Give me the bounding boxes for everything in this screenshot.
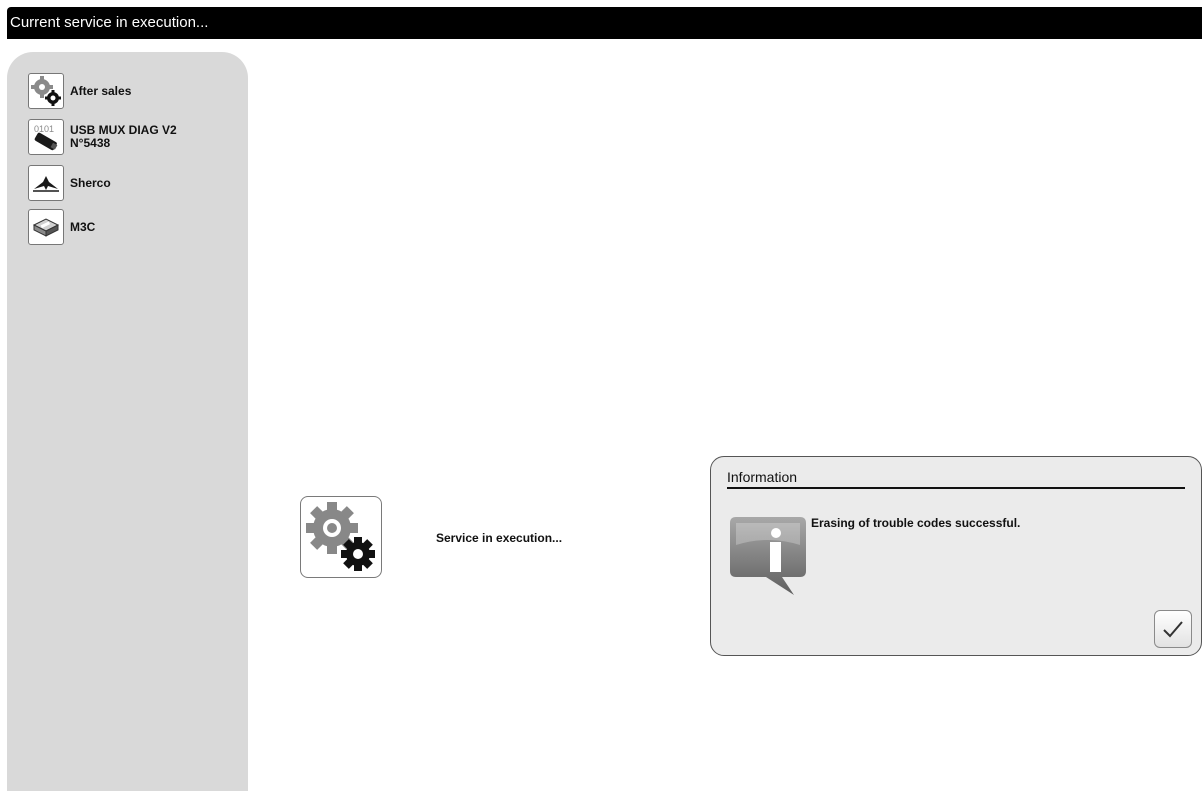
dialog-title-divider — [727, 487, 1185, 489]
sidebar-item-label: USB MUX DIAG V2 N°5438 — [70, 123, 177, 150]
sidebar-item-after-sales[interactable]: After sales — [28, 72, 131, 110]
sidebar-item-label: After sales — [70, 83, 132, 98]
svg-text:0101: 0101 — [34, 124, 54, 134]
information-dialog: Information Erasing of trouble codes suc… — [710, 456, 1202, 656]
sherco-logo-icon — [28, 165, 64, 201]
window-title-bar: Current service in execution... — [7, 7, 1202, 39]
sidebar-item-label: M3C — [70, 219, 96, 234]
service-gears-icon — [300, 496, 382, 578]
sidebar-item-label: Sherco — [70, 175, 111, 190]
sidebar: After sales 0101 USB MUX DIAG V2 N°5438 — [7, 52, 248, 791]
sidebar-item-sherco[interactable]: Sherco — [28, 164, 111, 202]
sidebar-item-usb-mux-diag[interactable]: 0101 USB MUX DIAG V2 N°5438 — [28, 118, 177, 156]
ok-confirm-button[interactable] — [1154, 610, 1192, 648]
usb-interface-icon: 0101 — [28, 119, 64, 155]
sidebar-item-m3c[interactable]: M3C — [28, 208, 95, 246]
service-status-text: Service in execution... — [436, 531, 563, 545]
dialog-message: Erasing of trouble codes successful. — [811, 516, 1021, 530]
dialog-title: Information — [727, 469, 798, 485]
window-title: Current service in execution... — [10, 14, 209, 31]
checkmark-icon — [1163, 621, 1183, 638]
info-speech-bubble-icon — [724, 515, 810, 599]
ecu-module-icon — [28, 209, 64, 245]
gears-icon — [28, 73, 64, 109]
